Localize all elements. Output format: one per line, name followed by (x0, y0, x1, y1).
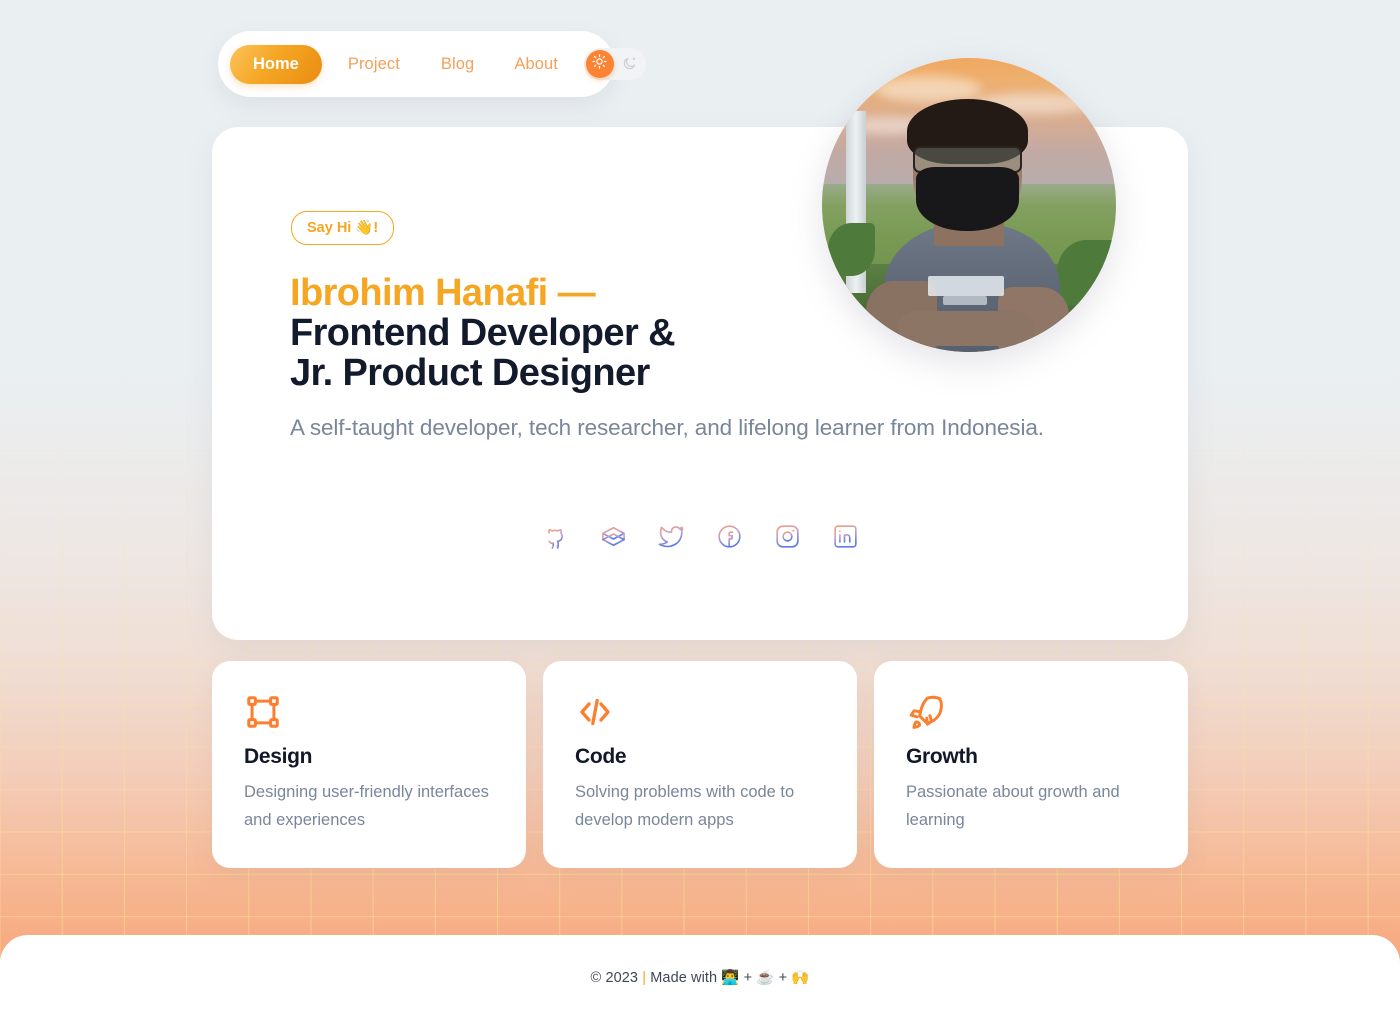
code-icon (575, 692, 825, 732)
feature-card-growth[interactable]: Growth Passionate about growth and learn… (874, 661, 1188, 868)
linkedin-icon[interactable] (832, 523, 859, 550)
rocket-icon (906, 692, 1156, 732)
social-links (212, 523, 1188, 550)
nav-item-project[interactable]: Project (344, 55, 404, 74)
feature-description: Designing user-friendly interfaces and e… (244, 783, 489, 829)
frame-icon (244, 692, 494, 732)
page-title: Ibrohim Hanafi — Frontend Developer & Jr… (290, 272, 676, 394)
feature-title: Growth (906, 745, 978, 768)
page-footer: © 2023 | Made with 👨‍💻 + ☕ + 🙌 (0, 935, 1400, 1019)
avatar-photo (822, 58, 1116, 352)
hero-name: Ibrohim Hanafi — (290, 272, 596, 314)
hero-role-line-1: Frontend Developer & (290, 312, 676, 354)
feature-card-code[interactable]: Code Solving problems with code to devel… (543, 661, 857, 868)
hero-role-line-2: Jr. Product Designer (290, 352, 650, 394)
moon-icon (622, 56, 637, 71)
avatar (822, 58, 1116, 352)
feature-title: Code (575, 745, 627, 768)
theme-toggle-knob (585, 50, 614, 78)
theme-toggle[interactable] (583, 48, 646, 80)
nav-item-home[interactable]: Home (230, 44, 322, 84)
footer-copyright: © 2023 (590, 969, 643, 986)
facebook-icon[interactable] (716, 523, 743, 550)
main-navbar: Home Project Blog About (218, 31, 646, 97)
feature-description: Solving problems with code to develop mo… (575, 783, 795, 829)
footer-text: © 2023 | Made with 👨‍💻 + ☕ + 🙌 (591, 969, 810, 986)
github-icon[interactable] (542, 523, 569, 550)
feature-title: Design (244, 745, 313, 768)
feature-card-design[interactable]: Design Designing user-friendly interface… (212, 661, 526, 868)
hero-description: A self-taught developer, tech researcher… (290, 415, 1044, 440)
say-hi-badge[interactable]: Say Hi 👋! (291, 211, 395, 245)
twitter-icon[interactable] (658, 523, 685, 550)
instagram-icon[interactable] (774, 523, 801, 550)
feature-description: Passionate about growth and learning (906, 783, 1120, 829)
footer-made-with: Made with 👨‍💻 + ☕ + 🙌 (646, 969, 810, 986)
codepen-icon[interactable] (600, 523, 627, 550)
nav-item-blog[interactable]: Blog (437, 55, 478, 74)
nav-item-about[interactable]: About (510, 55, 562, 74)
sun-icon (592, 54, 608, 74)
feature-card-row: Design Designing user-friendly interface… (212, 661, 1188, 868)
